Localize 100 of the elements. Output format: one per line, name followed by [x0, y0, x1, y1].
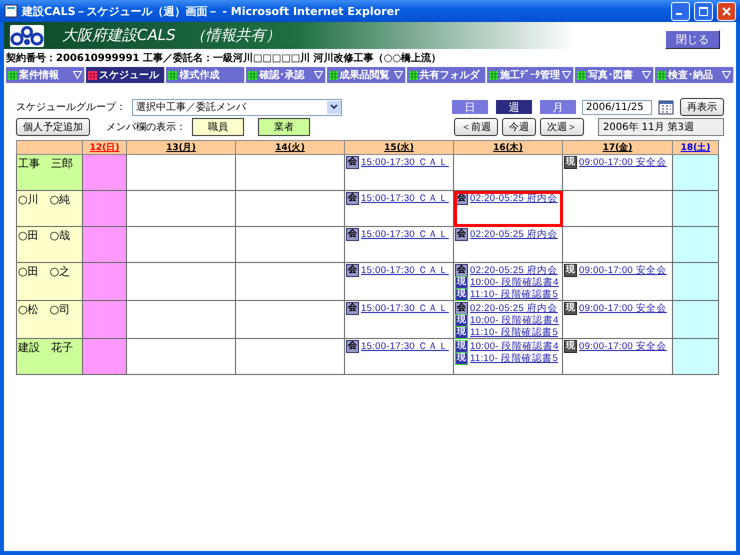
app-title: 大阪府建設CALS （情報共有）: [62, 26, 282, 45]
week-display: 2006年 11月 第3週: [598, 118, 724, 136]
minimize-button[interactable]: [671, 2, 690, 20]
event-link[interactable]: 15:00-17:30 ＣＡＬ: [361, 340, 449, 352]
event-type-badge: 会: [346, 228, 359, 240]
event-type-badge: 現: [455, 340, 468, 352]
event-link[interactable]: 10:00- 段階確認書4: [470, 276, 559, 288]
event-link[interactable]: 15:00-17:30 ＣＡＬ: [361, 264, 449, 276]
group-label: スケジュールグループ：: [16, 100, 126, 114]
contract-info: 契約番号：200610999991 工事／委託名：一級河川□□□□□川 河川改修工事（○○橋上流）: [5, 51, 442, 66]
legend-item: 業者: [258, 118, 310, 136]
member-display-label: メンバ欄の表示：: [106, 120, 186, 134]
event-type-badge: 会: [455, 228, 468, 240]
event-link[interactable]: 09:00-17:00 安全会: [579, 264, 667, 276]
event-link[interactable]: 02:20-05:25 府内会: [470, 228, 558, 240]
event-type-badge: 会: [455, 264, 468, 276]
menu-tab[interactable]: 様式作成: [166, 67, 246, 83]
grid-icon: [88, 70, 98, 80]
day-header: 17(金): [602, 143, 632, 153]
member-name: ○松 ○司: [18, 302, 72, 317]
grid-icon: [656, 70, 666, 80]
event-link[interactable]: 15:00-17:30 ＣＡＬ: [361, 192, 449, 204]
add-schedule-button[interactable]: 個人予定追加: [16, 118, 90, 136]
event-link[interactable]: 11:10- 段階確認書5: [470, 352, 558, 364]
event-link[interactable]: 15:00-17:30 ＣＡＬ: [361, 302, 449, 314]
close-button[interactable]: 閉じる: [665, 30, 720, 49]
event-link[interactable]: 10:00- 段階確認書4: [470, 314, 559, 326]
member-name: ○田 ○哉: [18, 228, 72, 243]
page-icon: [4, 4, 18, 18]
refresh-button[interactable]: 再表示: [680, 98, 724, 116]
event-link[interactable]: 15:00-17:30 ＣＡＬ: [361, 156, 449, 168]
menu-tab[interactable]: 検査･納品: [654, 67, 734, 83]
event-type-badge: 現: [564, 302, 577, 314]
event-type-badge: 会: [346, 302, 359, 314]
event-type-badge: 現: [564, 264, 577, 276]
member-name: ○川 ○純: [18, 192, 72, 207]
event-type-badge: 現: [564, 156, 577, 168]
calendar-icon[interactable]: [658, 99, 674, 115]
grid-icon: [576, 70, 586, 80]
day-header: 14(火): [275, 143, 305, 153]
legend-item: 職員: [192, 118, 244, 136]
event-type-badge: 現: [455, 288, 468, 300]
member-name: 建設 花子: [18, 340, 74, 355]
minimize-icon: [676, 13, 682, 15]
view-tab[interactable]: 月: [540, 100, 576, 114]
member-name: ○田 ○之: [18, 264, 72, 279]
week-nav-button[interactable]: 次週＞: [540, 118, 584, 136]
event-type-badge: 会: [346, 340, 359, 352]
day-header: 18(土): [680, 143, 710, 153]
grid-icon: [168, 70, 178, 80]
week-nav-button[interactable]: 今週: [502, 118, 536, 136]
maximize-button[interactable]: [694, 2, 713, 20]
member-name: 工事 三郎: [18, 156, 74, 171]
event-type-badge: 会: [346, 192, 359, 204]
event-link[interactable]: 11:10- 段階確認書5: [470, 326, 558, 338]
day-header: 15(水): [384, 143, 414, 153]
maximize-icon: [699, 6, 708, 16]
event-type-badge: 現: [455, 352, 468, 364]
event-link[interactable]: 02:20-05:25 府内会: [470, 302, 558, 314]
event-type-badge: 現: [564, 340, 577, 352]
logo-icon: [10, 24, 44, 46]
date-field[interactable]: 2006/11/25: [582, 100, 652, 114]
day-header: 13(月): [166, 143, 196, 153]
event-link[interactable]: 09:00-17:00 安全会: [579, 340, 667, 352]
event-link[interactable]: 15:00-17:30 ＣＡＬ: [361, 228, 449, 240]
close-icon: [722, 6, 731, 16]
menu-tab[interactable]: 写真･図書: [574, 67, 654, 83]
week-nav-button[interactable]: ＜前週: [454, 118, 498, 136]
day-header: 12(日): [90, 143, 120, 153]
window-title: 建設CALS－スケジュール（週）画面－ - Microsoft Internet Explorer: [22, 4, 401, 18]
grid-icon: [408, 70, 418, 80]
event-type-badge: 現: [455, 314, 468, 326]
grid-icon: [248, 70, 258, 80]
menu-tab[interactable]: スケジュール: [86, 67, 166, 83]
caret-icon: [330, 104, 338, 110]
menu-tab[interactable]: 成果品閲覧: [326, 67, 406, 83]
menu-tab[interactable]: 施工ﾃﾞｰﾀ管理: [486, 67, 574, 83]
event-link[interactable]: 02:20-05:25 府内会: [470, 264, 558, 276]
day-header: 16(木): [493, 143, 523, 153]
grid-icon: [8, 70, 17, 80]
event-link[interactable]: 11:10- 段階確認書5: [470, 288, 558, 300]
view-tab[interactable]: 日: [452, 100, 488, 114]
event-type-badge: 会: [455, 302, 468, 314]
event-link[interactable]: 09:00-17:00 安全会: [579, 302, 667, 314]
event-type-badge: 会: [346, 156, 359, 168]
event-link[interactable]: 09:00-17:00 安全会: [579, 156, 667, 168]
event-type-badge: 会: [346, 264, 359, 276]
group-dropdown[interactable]: 選択中工事／委託メンバ: [132, 98, 342, 116]
grid-icon: [328, 70, 338, 80]
event-link[interactable]: 02:20-05:25 府内会: [470, 192, 558, 204]
event-type-badge: 現: [455, 326, 468, 338]
event-type-badge: 現: [455, 276, 468, 288]
event-type-badge: 会: [455, 192, 468, 204]
event-link[interactable]: 10:00- 段階確認書4: [470, 340, 559, 352]
menu-tab[interactable]: 確認･承認: [246, 67, 326, 83]
menu-tab[interactable]: 案件情報: [6, 67, 86, 83]
view-tab[interactable]: 週: [496, 100, 532, 114]
close-button[interactable]: [717, 2, 736, 20]
menu-tab[interactable]: 共有フォルダ: [406, 67, 486, 83]
grid-icon: [488, 70, 498, 80]
